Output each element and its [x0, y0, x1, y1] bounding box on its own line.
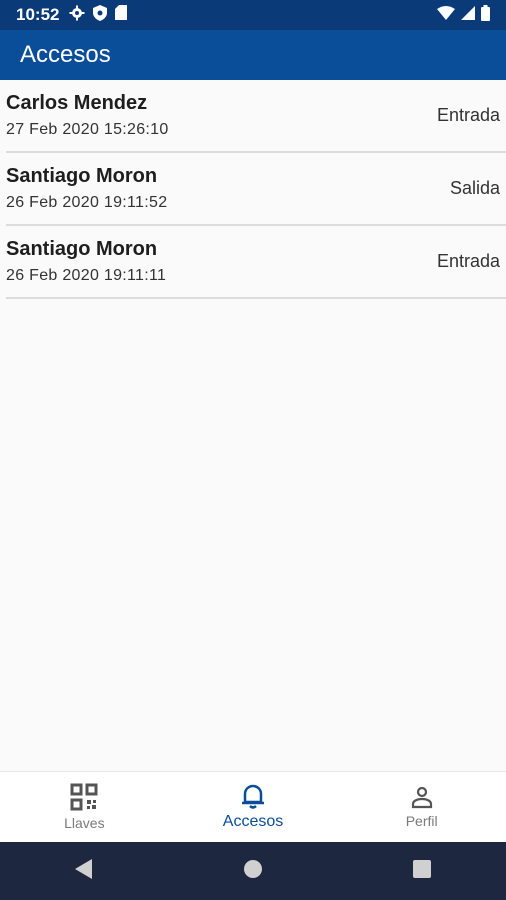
recents-icon	[412, 859, 432, 884]
system-navigation-bar	[0, 842, 506, 900]
list-item[interactable]: Carlos Mendez 27 Feb 2020 15:26:10 Entra…	[6, 80, 506, 153]
access-type: Entrada	[436, 105, 500, 125]
signal-icon	[461, 5, 475, 25]
nav-item-llaves[interactable]: Llaves	[0, 783, 169, 831]
person-name: Santiago Moron	[6, 165, 158, 187]
back-icon	[74, 858, 94, 885]
list-item-info: Santiago Moron 26 Feb 2020 19:11:11	[6, 238, 166, 285]
back-button[interactable]	[54, 851, 114, 891]
app-bar: Accesos	[0, 30, 506, 80]
list-item[interactable]: Santiago Moron 26 Feb 2020 19:11:52 Sali…	[6, 153, 506, 226]
access-datetime: 26 Feb 2020 19:11:52	[6, 194, 168, 211]
home-icon	[243, 859, 263, 884]
battery-icon	[481, 4, 490, 26]
home-button[interactable]	[223, 851, 283, 891]
access-list: Carlos Mendez 27 Feb 2020 15:26:10 Entra…	[0, 80, 506, 299]
access-type: Salida	[449, 178, 500, 198]
person-name: Santiago Moron	[6, 238, 158, 260]
status-right-icons	[437, 4, 490, 26]
person-icon	[410, 785, 434, 809]
page-title: Accesos	[20, 41, 111, 68]
gear-icon	[69, 5, 85, 26]
status-bar: 10:52	[0, 0, 506, 30]
recents-button[interactable]	[392, 851, 452, 891]
bell-icon	[241, 783, 265, 809]
shield-icon	[93, 4, 108, 26]
list-item-info: Carlos Mendez 27 Feb 2020 15:26:10	[6, 92, 169, 139]
sd-card-icon	[115, 5, 128, 25]
qr-code-icon	[70, 783, 98, 811]
status-time: 10:52	[16, 5, 60, 24]
nav-label: Llaves	[64, 815, 105, 831]
access-type: Entrada	[436, 251, 500, 271]
access-datetime: 26 Feb 2020 19:11:11	[6, 267, 167, 284]
list-item[interactable]: Santiago Moron 26 Feb 2020 19:11:11 Entr…	[6, 226, 506, 299]
nav-label: Accesos	[222, 813, 284, 830]
list-item-info: Santiago Moron 26 Feb 2020 19:11:52	[6, 165, 167, 212]
bottom-navigation: Llaves Accesos Perfil	[0, 771, 506, 842]
access-datetime: 27 Feb 2020 15:26:10	[6, 121, 169, 138]
nav-label: Perfil	[405, 813, 438, 829]
nav-item-perfil[interactable]: Perfil	[337, 785, 506, 829]
nav-item-accesos[interactable]: Accesos	[169, 783, 338, 831]
person-name: Carlos Mendez	[6, 92, 148, 114]
status-left-icons	[69, 4, 128, 26]
wifi-icon	[437, 5, 455, 25]
